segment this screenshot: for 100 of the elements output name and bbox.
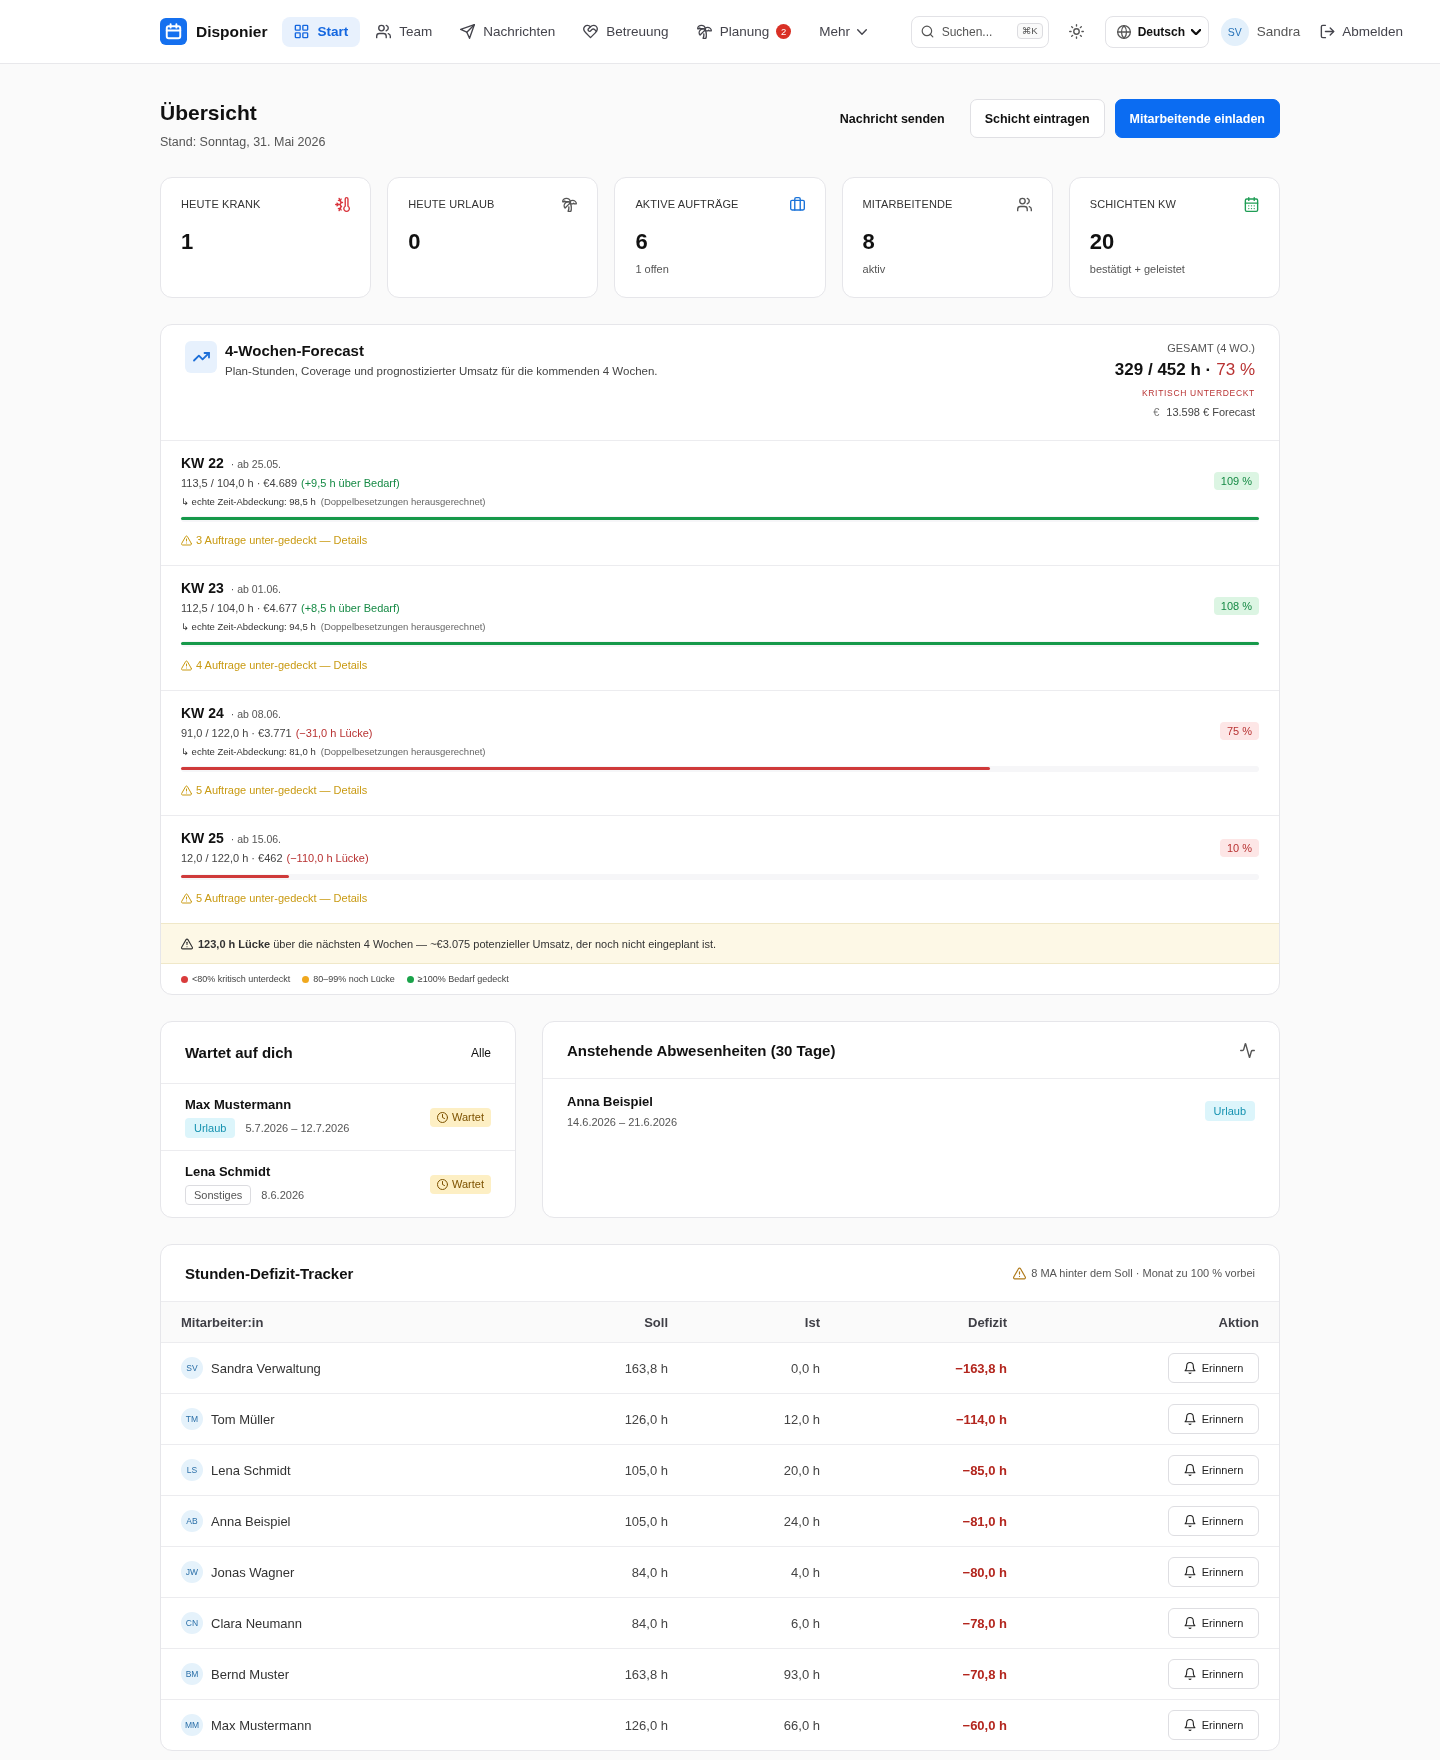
clock-icon [437, 1178, 448, 1190]
table-cell-text: 66,0 h [782, 1717, 820, 1733]
remind-button[interactable]: Erinnern [1168, 1710, 1259, 1740]
legend-label: 80–99% noch Lücke [313, 974, 395, 984]
kpi-label: MITARBEITENDE [862, 198, 953, 210]
table-cell-text: 84,0 h [630, 1564, 668, 1580]
bell-icon [1183, 1668, 1196, 1680]
deficit-value: −78,0 h [961, 1615, 1007, 1631]
currency-symbol: € [1153, 405, 1160, 420]
week-delta: (−110,0 h Lücke) [286, 852, 369, 864]
remind-button[interactable]: Erinnern [1168, 1506, 1259, 1536]
action-button[interactable]: Mitarbeitende einladen [1114, 99, 1280, 138]
deficit-value: −70,8 h [961, 1666, 1007, 1682]
avatar: SV [1220, 17, 1249, 46]
table-cell-text: 126,0 h [623, 1411, 668, 1427]
week-delta: (−31,0 h Lücke) [295, 727, 373, 739]
total-hours: 329 / 452 h · [1114, 360, 1212, 379]
person-name: Max Mustermann [185, 1096, 293, 1114]
employee-name: Clara Neumann [211, 1615, 303, 1631]
week-start: · ab 25.05. [230, 457, 281, 472]
warning-icon [1013, 1266, 1027, 1280]
employee-name: Anna Beispiel [211, 1513, 291, 1529]
clock-icon [437, 1111, 448, 1123]
nav-tab[interactable]: Betreuung [571, 16, 681, 47]
kpi-note: 1 offen [635, 262, 670, 277]
deficit-value: −114,0 h [955, 1411, 1007, 1427]
employee-name: Bernd Muster [211, 1666, 290, 1682]
user-menu[interactable]: SV Sandra [1220, 17, 1301, 46]
remind-button[interactable]: Erinnern [1168, 1455, 1259, 1485]
kpi-note: bestätigt + geleistet [1089, 262, 1186, 277]
search-icon [920, 25, 934, 38]
total-label: GESAMT (4 WO.) [1166, 341, 1255, 355]
deficit-value: −85,0 h [961, 1462, 1007, 1478]
grid-icon [294, 24, 310, 39]
paper-plane-icon [460, 24, 476, 39]
card-title: Stunden-Defizit-Tracker [185, 1264, 354, 1282]
card-title: Anstehende Abwesenheiten (30 Tage) [567, 1041, 836, 1059]
table-cell-text: 126,0 h [623, 1717, 668, 1733]
chevron-down-icon [1191, 28, 1201, 35]
bell-icon [1183, 1617, 1196, 1629]
legend-label: <80% kritisch unterdeckt [192, 974, 291, 984]
remind-button[interactable]: Erinnern [1168, 1557, 1259, 1587]
action-button[interactable]: Schicht eintragen [969, 99, 1105, 138]
employee-name: Max Mustermann [211, 1717, 312, 1733]
table-cell-text: 163,8 h [623, 1666, 668, 1682]
remind-button[interactable]: Erinnern [1168, 1608, 1259, 1638]
date-range: 8.6.2026 [261, 1189, 305, 1201]
table-cell-text: 84,0 h [630, 1615, 668, 1631]
kpi-value: 8 [862, 228, 876, 256]
column-header: Mitarbeiter:in [181, 1314, 265, 1330]
logout-button[interactable]: Abmelden [1312, 24, 1405, 39]
kpi-value: 6 [635, 228, 649, 256]
table-cell-text: 4,0 h [790, 1564, 820, 1580]
week-start: · ab 01.06. [230, 582, 281, 597]
avatar: MM [181, 1714, 203, 1736]
heart-icon [583, 24, 599, 39]
nav-tab[interactable]: Planung 2 [684, 16, 804, 47]
users-icon [376, 24, 392, 39]
absence-tag: Sonstiges [185, 1185, 252, 1205]
nav-tab[interactable]: Nachrichten [448, 16, 568, 47]
table-cell-text: 163,8 h [623, 1360, 668, 1376]
deficit-value: −163,8 h [954, 1360, 1007, 1376]
nav-tab[interactable]: Mehr [807, 16, 879, 47]
bell-icon [1183, 1362, 1196, 1374]
action-button[interactable]: Nachricht senden [824, 99, 960, 138]
deficit-value: −80,0 h [961, 1564, 1007, 1580]
remind-button[interactable]: Erinnern [1168, 1659, 1259, 1689]
kpi-value: 0 [408, 228, 422, 256]
kpi-label: HEUTE URLAUB [408, 198, 495, 210]
coverage-text: ↳ echte Zeit-Abdeckung: 81,0 h [181, 746, 316, 757]
avatar: LS [181, 1459, 203, 1481]
table-cell-text: 20,0 h [782, 1462, 820, 1478]
coverage-note: (Doppelbesetzungen herausgerechnet) [320, 621, 486, 632]
kpi-value: 20 [1089, 228, 1116, 256]
nav-tab[interactable]: Team [364, 16, 445, 47]
column-header: Ist [803, 1314, 820, 1330]
palm-tree-icon [696, 24, 712, 39]
percent-badge: 10 % [1219, 838, 1259, 857]
warning-icon [181, 893, 192, 904]
bell-icon [1183, 1464, 1196, 1476]
kpi-note: aktiv [862, 262, 887, 277]
remind-button[interactable]: Erinnern [1168, 1353, 1259, 1383]
date-range: 14.6.2026 – 21.6.2026 [567, 1115, 678, 1130]
total-percent: 73 % [1216, 360, 1255, 379]
week-start: · ab 15.06. [230, 832, 281, 847]
view-all-link[interactable]: Alle [463, 1041, 499, 1064]
avatar: BM [181, 1663, 203, 1685]
remind-button[interactable]: Erinnern [1168, 1404, 1259, 1434]
table-cell-text: 6,0 h [790, 1615, 820, 1631]
bell-icon [1183, 1566, 1196, 1578]
status-text: Wartet [452, 1176, 484, 1192]
avatar: SV [181, 1357, 203, 1379]
avatar: AB [181, 1510, 203, 1532]
percent-badge: 108 % [1213, 597, 1259, 615]
page-title: Übersicht [160, 100, 258, 126]
language-select[interactable]: Deutsch [1104, 15, 1209, 48]
week-hours: 12,0 / 122,0 h · €462 [181, 852, 283, 864]
forecast-description: Plan-Stunden, Coverage und prognostizierter Umsatz für die kommenden 4 Wochen. [225, 364, 658, 379]
nav-tab[interactable]: Start [282, 16, 361, 47]
kpi-label: AKTIVE AUFTRÄGE [635, 198, 739, 210]
